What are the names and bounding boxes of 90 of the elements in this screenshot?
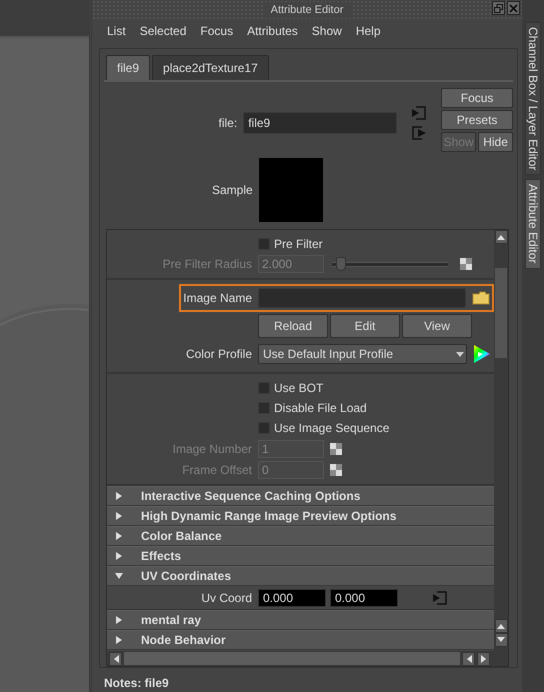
field-label: Pre Filter Radius [162,256,252,273]
sample-swatch [258,158,323,222]
horizontal-scrollbar[interactable] [107,651,508,666]
button[interactable]: Presets [441,110,513,130]
up-arrow-icon [497,623,505,629]
expand-arrow-icon [115,512,123,520]
tab[interactable]: place2dTexture17 [152,55,269,80]
scroll-up-button[interactable] [494,230,508,244]
checker-icon[interactable] [330,464,342,476]
notes-label: Notes: file9 [103,675,170,692]
number-field[interactable]: 0.000 [330,588,398,606]
section-header[interactable]: Interactive Sequence Caching Options [107,486,494,506]
scroll-left-button[interactable] [462,652,475,666]
color-wheel-icon[interactable] [473,344,491,364]
number-field[interactable]: 0.000 [258,588,326,606]
checkbox-label: Disable File Load [274,400,367,417]
expand-arrow-icon [115,636,123,644]
left-arrow-icon [466,654,472,662]
checkbox-label: Pre Filter [274,236,323,253]
dropdown-value: Use Default Input Profile [263,346,394,363]
menu-item[interactable]: Selected [132,22,194,40]
menu-item[interactable]: Attributes [240,22,305,40]
section-title: Interactive Sequence Caching Options [141,488,360,505]
field-label: Image Number [172,440,252,458]
menu-item[interactable]: Show [304,22,349,40]
expand-arrow-icon [115,492,123,500]
right-arrow-icon [480,654,486,662]
section-title: mental ray [141,612,202,629]
dropdown[interactable]: Use Default Input Profile [258,344,467,364]
close-icon [509,4,518,12]
checkbox[interactable] [258,422,270,434]
scroll-down-button[interactable] [494,633,508,647]
section-title: Effects [141,548,182,565]
down-arrow-icon [497,637,505,643]
checkbox[interactable] [258,382,270,394]
section-header[interactable]: High Dynamic Range Image Preview Options [107,506,494,526]
scroll-right-button[interactable] [477,652,490,666]
left-arrow-icon [112,654,118,662]
float-button[interactable] [492,1,505,15]
tab[interactable]: file9 [106,55,150,80]
field-label: Uv Coord [200,590,252,606]
section-title: Color Balance [141,528,222,545]
folder-icon[interactable] [472,291,490,305]
scroll-thumb[interactable] [495,268,507,358]
expand-arrow-icon [115,616,123,624]
section-header[interactable]: Color Balance [107,526,494,546]
button[interactable]: Focus [441,88,513,108]
section-title: Node Behavior [141,632,226,649]
checkbox-label: Use Image Sequence [274,420,390,437]
field-label: Frame Offset [181,462,252,478]
up-arrow-icon [497,234,505,240]
section-title: High Dynamic Range Image Preview Options [141,508,396,525]
section-header[interactable]: UV Coordinates [107,566,494,586]
section-header[interactable]: Node Behavior [107,630,494,650]
scroll-left-button[interactable] [109,652,122,666]
side-tab[interactable]: Channel Box / Layer Editor [525,22,541,176]
close-button[interactable] [507,1,520,15]
sample-label: Sample [212,182,253,199]
expand-arrow-icon [115,552,123,560]
checkbox-label: Use BOT [274,380,324,397]
vertical-scrollbar[interactable] [494,230,508,651]
menu-item[interactable]: Focus [193,22,240,40]
button[interactable]: Edit [330,314,400,338]
checkbox[interactable] [258,402,270,414]
button[interactable]: View [402,314,472,338]
connection-icon[interactable] [411,106,428,120]
connection-icon[interactable] [411,126,428,140]
field-label: Image Name [182,290,252,307]
menu-item[interactable]: Help [348,22,388,40]
button[interactable]: Hide [478,132,513,152]
scroll-up-button[interactable] [494,619,508,633]
expand-arrow-icon [115,532,123,540]
float-icon [494,4,503,12]
checker-icon[interactable] [330,442,342,454]
checkbox[interactable] [258,238,270,250]
image-name-field[interactable] [258,288,466,308]
button[interactable]: Reload [258,314,328,338]
section-title: UV Coordinates [141,568,232,585]
field-label: Color Profile [184,346,252,363]
section-header[interactable]: Effects [107,546,494,566]
menu-item[interactable]: List [100,22,133,40]
side-tab[interactable]: Attribute Editor [525,179,541,269]
node-name-field[interactable]: file9 [243,112,398,134]
collapse-arrow-icon [115,572,123,580]
checker-icon[interactable] [460,258,472,270]
section-header[interactable]: mental ray [107,610,494,630]
scroll-thumb[interactable] [124,652,460,665]
connection-icon[interactable] [432,590,448,604]
window-title: Attribute Editor [262,2,352,18]
field-label: file: [218,115,238,132]
